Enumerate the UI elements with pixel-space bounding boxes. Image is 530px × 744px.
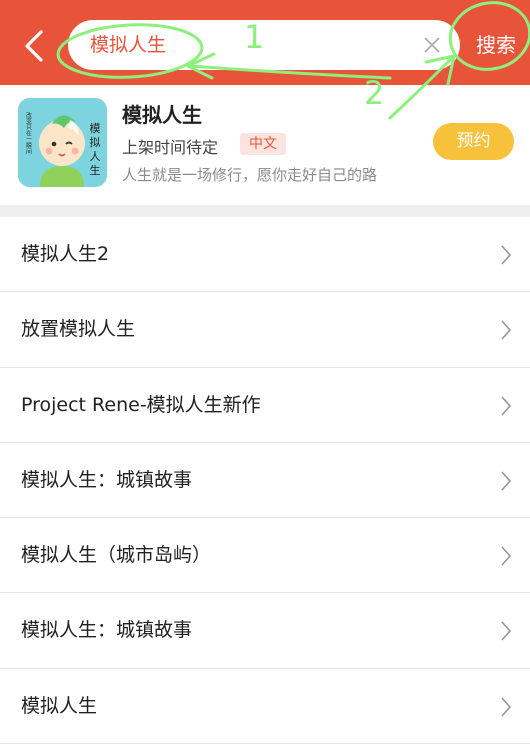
suggestion-item[interactable]: 模拟人生: [0, 669, 530, 744]
clear-icon[interactable]: [420, 33, 444, 57]
app-icon-title-char: 人: [90, 150, 101, 163]
chevron-left-icon: [25, 30, 43, 62]
reserve-button[interactable]: 预约: [433, 123, 514, 160]
suggestion-item[interactable]: Project Rene-模拟人生新作: [0, 368, 530, 443]
app-icon: 模 拟 人 生 改变只在一瞬间: [18, 98, 107, 187]
app-icon-title-char: 生: [90, 163, 101, 177]
release-status: 上架时间待定: [122, 138, 219, 157]
app-icon-tagline: 改变只在一瞬间: [25, 111, 32, 155]
app-icon-title-char: 拟: [90, 135, 101, 149]
chevron-right-icon: [501, 320, 512, 340]
app-name: 模拟人生: [122, 103, 202, 127]
back-button[interactable]: [16, 24, 52, 68]
section-divider: [0, 205, 530, 217]
suggestion-label: 模拟人生：城镇故事: [21, 468, 193, 491]
chevron-right-icon: [501, 546, 512, 566]
app-icon-artwork: 模 拟 人 生 改变只在一瞬间: [18, 98, 107, 187]
suggestion-label: 放置模拟人生: [21, 318, 136, 341]
search-query: 模拟人生: [90, 34, 167, 56]
suggestion-item[interactable]: 模拟人生2: [0, 217, 530, 293]
suggestion-label: Project Rene-模拟人生新作: [21, 393, 261, 416]
chevron-right-icon: [501, 245, 512, 265]
chevron-right-icon: [501, 697, 512, 717]
suggestion-label: 模拟人生: [21, 694, 98, 717]
suggestion-item[interactable]: 模拟人生：城镇故事: [0, 593, 530, 669]
suggestion-item[interactable]: 放置模拟人生: [0, 292, 530, 368]
chevron-right-icon: [501, 471, 512, 491]
chevron-right-icon: [501, 621, 512, 642]
suggestion-label: 模拟人生（城市岛屿）: [21, 544, 212, 567]
suggestion-label: 模拟人生2: [21, 243, 110, 265]
language-badge: 中文: [240, 133, 286, 155]
app-result-card[interactable]: 模 拟 人 生 改变只在一瞬间 模拟人生 上架时间待定 中文 人生就是一场修行，…: [0, 85, 530, 205]
suggestion-list: 模拟人生2 放置模拟人生 Project Rene-模拟人生新作 模拟人生：城镇…: [0, 217, 530, 744]
suggestion-label: 模拟人生：城镇故事: [21, 619, 193, 642]
top-bar: 模拟人生 搜索: [0, 0, 530, 85]
suggestion-item[interactable]: 模拟人生：城镇故事: [0, 443, 530, 519]
search-button[interactable]: 搜索: [476, 24, 516, 66]
app-description: 人生就是一场修行，愿你走好自己的路: [122, 166, 378, 184]
app-icon-title-char: 模: [90, 122, 101, 135]
search-input[interactable]: 模拟人生: [68, 20, 460, 70]
chevron-right-icon: [501, 396, 512, 416]
suggestion-item[interactable]: 模拟人生（城市岛屿）: [0, 518, 530, 594]
